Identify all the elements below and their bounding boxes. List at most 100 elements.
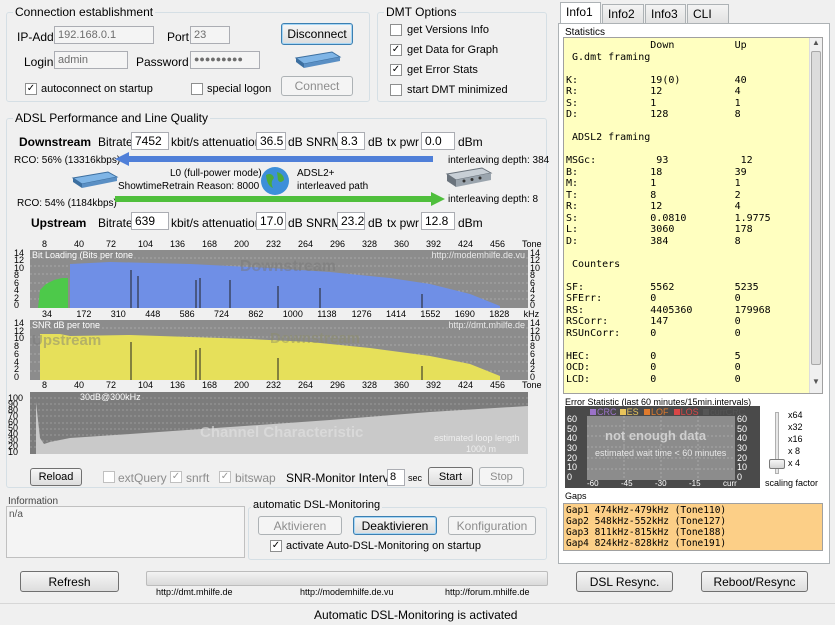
- khz-tick: 862: [248, 309, 264, 319]
- khz-tick: 1000: [282, 309, 303, 319]
- auto-startup-label: activate Auto-DSL-Monitoring on startup: [286, 540, 482, 552]
- connection-title: Connection establishment: [13, 5, 156, 19]
- stat-line: RS: 4405360 179968: [566, 304, 771, 316]
- login-label: Login: [24, 55, 54, 69]
- tone-tick: 392: [426, 380, 442, 390]
- graph-data-checkbox[interactable]: ✓: [390, 44, 402, 56]
- connect-button[interactable]: Connect: [281, 76, 353, 96]
- activate-button[interactable]: Aktivieren: [258, 516, 342, 535]
- information-box: n/a: [6, 506, 245, 558]
- refresh-button[interactable]: Refresh: [20, 571, 119, 592]
- tone-tick: 168: [202, 380, 218, 390]
- adsl-title: ADSL Performance and Line Quality: [13, 111, 210, 125]
- start-button[interactable]: Start: [428, 467, 473, 486]
- bitswap-label: bitswap: [235, 471, 276, 485]
- error-x-tick: -60: [587, 479, 599, 488]
- tone-tick: 264: [298, 239, 314, 249]
- tab-info3[interactable]: Info3: [645, 4, 686, 23]
- disconnect-button[interactable]: Disconnect: [281, 23, 353, 45]
- stat-line: LCD: 0 0: [566, 373, 741, 385]
- login-field[interactable]: admin: [54, 51, 128, 69]
- channel-y-tick: 10: [8, 447, 19, 457]
- stat-line: OCD: 0 0: [566, 362, 741, 373]
- auto-startup-checkbox[interactable]: ✓: [270, 540, 282, 552]
- tab-info2[interactable]: Info2: [602, 4, 644, 23]
- stat-line: MSGc: 93 12: [566, 155, 753, 166]
- scroll-down-icon[interactable]: ▼: [810, 377, 822, 390]
- link-forum[interactable]: http://forum.mhilfe.de: [445, 587, 530, 597]
- down-snrm-field[interactable]: 8.3: [337, 132, 365, 150]
- error-wait-text: estimated wait time < 60 minutes: [595, 448, 727, 458]
- tone-tick: 200: [234, 380, 250, 390]
- statistics-scrollbar[interactable]: ▲ ▼: [809, 38, 822, 393]
- snr-interval-field[interactable]: 8: [387, 469, 405, 486]
- down-txpwr-field[interactable]: 0.0: [421, 132, 455, 150]
- bit-loading-title: Bit Loading (Bits per tone: [32, 250, 134, 260]
- link-dmt[interactable]: http://dmt.mhilfe.de: [156, 587, 233, 597]
- up-txpwr-field[interactable]: 12.8: [421, 212, 455, 230]
- snr-big-label-2: Downstream: [270, 330, 361, 347]
- snrft-checkbox[interactable]: ✓: [170, 471, 182, 483]
- gaps-list: Gap1 474kHz-479kHz (Tone110) Gap2 548kHz-…: [563, 503, 823, 551]
- stat-line: K: 19(0) 40: [566, 74, 747, 86]
- error-stat-plot: CRC ES LOF LOS currCRC not enough data estim…: [565, 406, 760, 488]
- channel-y-axis: 100 90 80 70 60 50 40 30 20 10: [8, 393, 28, 457]
- tone-tick: 360: [394, 380, 410, 390]
- deactivate-button[interactable]: Deaktivieren: [353, 516, 437, 535]
- special-logon-checkbox[interactable]: [191, 83, 203, 95]
- scale-label: x 8: [788, 446, 801, 456]
- up-att-field[interactable]: 17.0: [256, 212, 286, 230]
- up-bitrate-field[interactable]: 639: [131, 212, 169, 230]
- versions-checkbox[interactable]: [390, 24, 402, 36]
- error-stats-checkbox[interactable]: ✓: [390, 64, 402, 76]
- stat-line: Down Up: [566, 40, 747, 51]
- dmt-minimized-checkbox[interactable]: [390, 84, 402, 96]
- bitswap-checkbox[interactable]: ✓: [219, 471, 231, 483]
- port-field[interactable]: 23: [190, 26, 230, 44]
- tone-tick: 360: [394, 239, 410, 249]
- khz-tick: 34: [42, 309, 53, 319]
- tone-tick: 424: [458, 239, 474, 249]
- snr-title: SNR dB per tone: [32, 320, 101, 330]
- up-att-label: attenuation: [202, 216, 262, 230]
- tone-tick: 104: [138, 239, 154, 249]
- configuration-button[interactable]: Konfiguration: [448, 516, 536, 535]
- scroll-thumb[interactable]: [811, 51, 821, 365]
- bit-y-axis-left: 14 12 10 8 6 4 2 0: [14, 248, 28, 310]
- bit-y-axis-right: 14 12 10 8 6 4 2 0: [530, 248, 544, 310]
- autoconnect-checkbox[interactable]: ✓: [25, 83, 37, 95]
- down-bitrate-field[interactable]: 7452: [131, 132, 169, 150]
- tone-tick: 72: [106, 380, 117, 390]
- up-kbits-unit: kbit/s: [171, 216, 200, 230]
- up-snrm-field[interactable]: 23.2: [337, 212, 365, 230]
- dsl-resync-button[interactable]: DSL Resync.: [576, 571, 673, 592]
- extquery-checkbox[interactable]: [103, 471, 115, 483]
- up-txpwr-unit: dBm: [458, 216, 483, 230]
- khz-tick: 1828: [489, 309, 510, 319]
- password-field[interactable]: ●●●●●●●●●: [190, 51, 260, 69]
- stat-line: RSUnCorr: 0 0: [566, 327, 741, 339]
- error-y-tick: 0: [737, 472, 743, 482]
- ip-field[interactable]: 192.168.0.1: [54, 26, 154, 44]
- tone-tick: 136: [170, 380, 186, 390]
- auto-monitoring-title: automatic DSL-Monitoring: [251, 499, 383, 511]
- down-att-field[interactable]: 36.5: [256, 132, 286, 150]
- scaling-title: scaling factor: [765, 478, 819, 488]
- tab-cli[interactable]: CLI: [687, 4, 729, 23]
- upstream-arrow: [115, 192, 445, 206]
- error-x-tick: curr: [723, 479, 737, 488]
- reload-button[interactable]: Reload: [30, 468, 82, 486]
- stat-line: Counters: [566, 258, 621, 270]
- scroll-up-icon[interactable]: ▲: [810, 38, 822, 51]
- reboot-resync-button[interactable]: Reboot/Resync: [701, 571, 808, 592]
- stat-line: RSCorr: 147 0: [566, 316, 741, 327]
- gap-item: Gap1 474kHz-479kHz (Tone110): [566, 505, 727, 516]
- stat-line: S: 0.0810 1.9775: [566, 212, 771, 224]
- tab-info1[interactable]: Info1: [560, 2, 601, 24]
- scaling-slider-thumb[interactable]: [769, 459, 785, 469]
- link-modemhilfe[interactable]: http://modemhilfe.de.vu: [300, 587, 394, 597]
- tone-tick: 232: [266, 380, 282, 390]
- error-y-tick: 40: [567, 433, 578, 444]
- dmt-minimized-label: start DMT minimized: [407, 84, 508, 96]
- stop-button[interactable]: Stop: [479, 467, 524, 486]
